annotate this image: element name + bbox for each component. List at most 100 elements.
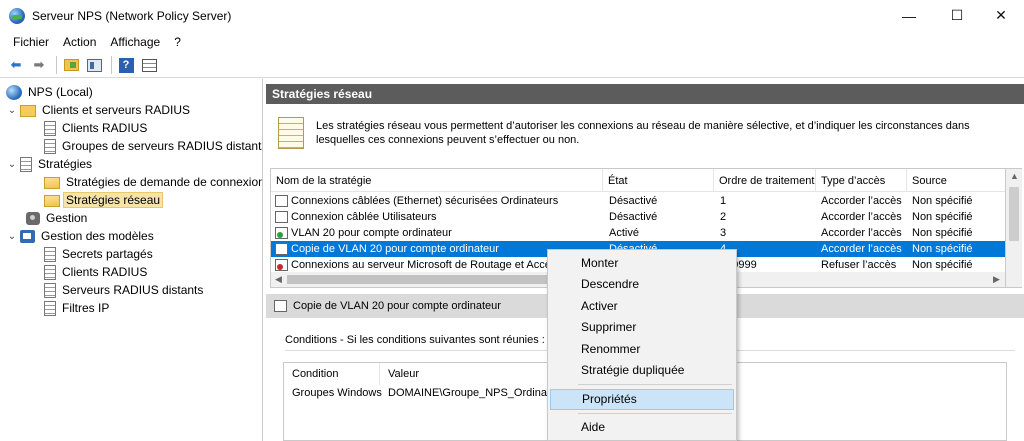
tree-label: Stratégies bbox=[38, 157, 93, 171]
policy-deny-icon bbox=[275, 259, 288, 271]
tree-label: Clients RADIUS bbox=[62, 265, 148, 279]
cell-state: Désactivé bbox=[609, 195, 658, 207]
toolbar-separator bbox=[111, 56, 112, 74]
tree-label: Secrets partagés bbox=[62, 247, 153, 261]
cell-state: Activé bbox=[609, 227, 639, 239]
conditions-title: Conditions - Si les conditions suivantes… bbox=[285, 334, 545, 346]
chevron-down-icon[interactable]: ⌄ bbox=[6, 159, 18, 170]
tree-item-connection-request-policies[interactable]: Stratégies de demande de connexion bbox=[44, 173, 263, 191]
folder-up-icon[interactable] bbox=[61, 55, 81, 75]
title-bar: Serveur NPS (Network Policy Server) — ☐ … bbox=[0, 0, 1024, 31]
server-icon bbox=[44, 282, 56, 298]
tree-label: Gestion bbox=[46, 211, 88, 225]
cell-source: Non spécifié bbox=[912, 195, 973, 207]
cell-name: Connexions au serveur Microsoft de Routa… bbox=[291, 259, 551, 271]
tree-item-template-radius-clients[interactable]: Clients RADIUS bbox=[44, 263, 150, 281]
tree-label: Stratégies de demande de connexion bbox=[66, 175, 263, 189]
cell-access: Accorder l’accès bbox=[821, 195, 902, 207]
templates-icon bbox=[20, 229, 35, 243]
folder-open-icon bbox=[44, 195, 60, 207]
menu-bar: Fichier Action Affichage ? bbox=[0, 31, 1024, 53]
tree-item-network-policies[interactable]: Stratégies réseau bbox=[44, 191, 164, 209]
menu-item-proprietes[interactable]: Propriétés bbox=[550, 389, 734, 410]
globe-icon bbox=[6, 84, 22, 100]
help-icon[interactable]: ? bbox=[116, 55, 136, 75]
menu-item-activer[interactable]: Activer bbox=[550, 296, 734, 317]
policies-icon bbox=[20, 156, 32, 172]
column-header-source[interactable]: Source bbox=[907, 169, 1005, 192]
tree-label: Filtres IP bbox=[62, 301, 110, 315]
condition-cell: Groupes Windows bbox=[292, 387, 382, 399]
cell-name: VLAN 20 pour compte ordinateur bbox=[291, 227, 452, 239]
folder-icon bbox=[20, 105, 36, 117]
show-hide-console-tree-icon[interactable] bbox=[84, 55, 104, 75]
tree-item-remote-groups[interactable]: Groupes de serveurs RADIUS distants bbox=[44, 137, 263, 155]
back-arrow-icon[interactable]: ⬅ bbox=[6, 55, 26, 75]
tree-item-nps-local[interactable]: NPS (Local) bbox=[6, 83, 96, 101]
folder-open-icon bbox=[44, 177, 60, 189]
policy-icon bbox=[275, 211, 288, 223]
tree-label: Clients RADIUS bbox=[62, 121, 148, 135]
column-header-access[interactable]: Type d’accès bbox=[816, 169, 907, 192]
chevron-down-icon[interactable]: ⌄ bbox=[6, 105, 18, 116]
clients-icon bbox=[44, 120, 56, 136]
chevron-down-icon[interactable]: ⌄ bbox=[6, 231, 18, 242]
cell-access: Accorder l’accès bbox=[821, 211, 902, 223]
tree-item-radius-clients[interactable]: Clients RADIUS bbox=[44, 119, 150, 137]
scroll-up-icon[interactable]: ▲ bbox=[1010, 171, 1019, 181]
table-row[interactable]: Connexion câblée Utilisateurs Désactivé … bbox=[271, 209, 1005, 225]
menu-fichier[interactable]: Fichier bbox=[6, 35, 56, 49]
cell-access: Accorder l’accès bbox=[821, 243, 902, 255]
menu-item-strategie-dupliquee[interactable]: Stratégie dupliquée bbox=[550, 360, 734, 381]
table-row[interactable]: VLAN 20 pour compte ordinateur Activé 3 … bbox=[271, 225, 1005, 241]
menu-item-descendre[interactable]: Descendre bbox=[550, 274, 734, 295]
cell-order: 1 bbox=[720, 195, 727, 207]
column-header-state[interactable]: État bbox=[603, 169, 714, 192]
tree-label: Stratégies réseau bbox=[63, 192, 164, 208]
nps-app-icon bbox=[9, 7, 25, 24]
menu-help[interactable]: ? bbox=[167, 35, 188, 49]
tree-item-template-management[interactable]: ⌄ Gestion des modèles bbox=[6, 227, 157, 245]
column-header-condition[interactable]: Condition bbox=[284, 363, 380, 385]
minimize-button[interactable]: — bbox=[886, 0, 932, 31]
tree-item-clients-servers[interactable]: ⌄ Clients et serveurs RADIUS bbox=[6, 101, 193, 119]
policy-icon bbox=[275, 195, 288, 207]
menu-item-renommer[interactable]: Renommer bbox=[550, 339, 734, 360]
tree-label: NPS (Local) bbox=[28, 85, 93, 99]
tree-item-ip-filters[interactable]: Filtres IP bbox=[44, 299, 112, 317]
policy-enabled-icon bbox=[275, 227, 288, 239]
tree-label: Clients et serveurs RADIUS bbox=[42, 103, 191, 117]
tree-label: Groupes de serveurs RADIUS distants bbox=[62, 139, 263, 153]
cell-access: Accorder l’accès bbox=[821, 227, 902, 239]
properties-grid-icon[interactable] bbox=[139, 55, 159, 75]
menu-action[interactable]: Action bbox=[56, 35, 103, 49]
tree-item-policies[interactable]: ⌄ Stratégies bbox=[6, 155, 95, 173]
policy-icon bbox=[275, 243, 288, 255]
maximize-button[interactable]: ☐ bbox=[934, 0, 980, 31]
cell-source: Non spécifié bbox=[912, 211, 973, 223]
scroll-right-icon[interactable]: ▶ bbox=[993, 274, 1000, 285]
menu-affichage[interactable]: Affichage bbox=[103, 35, 167, 49]
forward-arrow-icon[interactable]: ➡ bbox=[29, 55, 49, 75]
scroll-left-icon[interactable]: ◀ bbox=[275, 274, 282, 285]
tree-item-management[interactable]: Gestion bbox=[26, 209, 90, 227]
vertical-scrollbar[interactable]: ▲ bbox=[1006, 168, 1022, 288]
table-row[interactable]: Connexions câblées (Ethernet) sécurisées… bbox=[271, 193, 1005, 209]
cell-order: 3 bbox=[720, 227, 727, 239]
menu-item-monter[interactable]: Monter bbox=[550, 253, 734, 274]
window-title: Serveur NPS (Network Policy Server) bbox=[32, 8, 232, 23]
column-header-order[interactable]: Ordre de traitement bbox=[714, 169, 816, 192]
table-header: Nom de la stratégie État Ordre de traite… bbox=[271, 169, 1005, 192]
tree-label: Gestion des modèles bbox=[41, 229, 154, 243]
console-tree: NPS (Local) ⌄ Clients et serveurs RADIUS… bbox=[0, 79, 263, 441]
tree-item-shared-secrets[interactable]: Secrets partagés bbox=[44, 245, 156, 263]
tree-item-remote-radius-servers[interactable]: Serveurs RADIUS distants bbox=[44, 281, 206, 299]
scroll-thumb[interactable] bbox=[1009, 187, 1019, 241]
close-button[interactable]: ✕ bbox=[978, 0, 1024, 31]
menu-item-supprimer[interactable]: Supprimer bbox=[550, 317, 734, 338]
tree-label: Serveurs RADIUS distants bbox=[62, 283, 204, 297]
menu-item-aide[interactable]: Aide bbox=[550, 417, 734, 438]
column-header-name[interactable]: Nom de la stratégie bbox=[271, 169, 603, 192]
context-menu: Monter Descendre Activer Supprimer Renom… bbox=[547, 249, 737, 441]
cell-source: Non spécifié bbox=[912, 227, 973, 239]
